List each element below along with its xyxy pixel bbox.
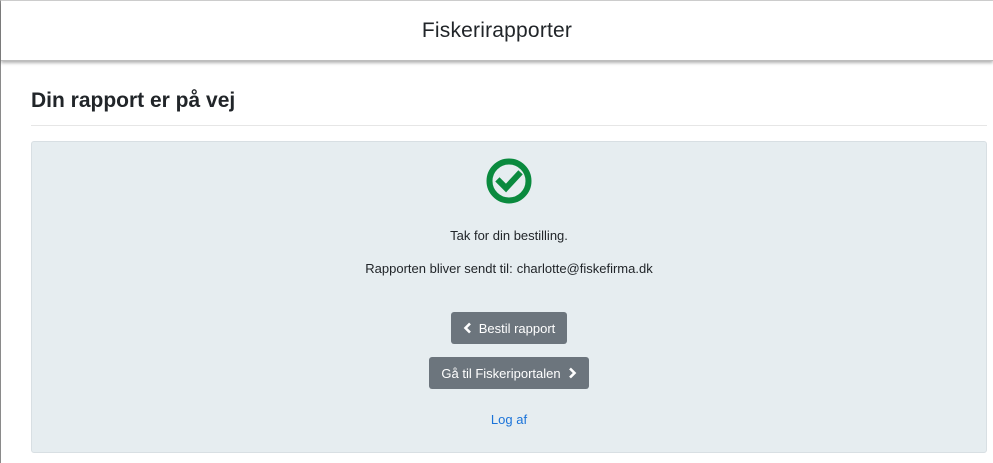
go-to-portal-label: Gå til Fiskeriportalen <box>441 365 561 381</box>
thanks-message: Tak for din bestilling. <box>450 228 568 243</box>
order-report-button[interactable]: Bestil rapport <box>450 312 568 344</box>
app-title: Fiskerirapporter <box>421 18 573 42</box>
confirmation-panel: Tak for din bestilling. Rapporten bliver… <box>31 141 987 453</box>
top-bar: Fiskerirapporter <box>1 1 993 61</box>
chevron-right-icon <box>568 367 577 379</box>
chevron-left-icon <box>463 322 472 334</box>
app-frame: Fiskerirapporter Din rapport er på vej T… <box>0 0 993 463</box>
sent-to-label: Rapporten bliver sendt til: <box>365 261 513 276</box>
main-content: Din rapport er på vej Tak for din bestil… <box>1 61 993 453</box>
recipient-email: charlotte@fiskefirma.dk <box>516 261 653 276</box>
check-circle-icon <box>486 158 532 204</box>
page-title: Din rapport er på vej <box>31 89 987 126</box>
sent-to-line: Rapporten bliver sendt til: charlotte@fi… <box>365 261 652 276</box>
logout-link[interactable]: Log af <box>491 412 527 427</box>
go-to-portal-button[interactable]: Gå til Fiskeriportalen <box>429 357 589 389</box>
order-report-label: Bestil rapport <box>478 320 556 336</box>
